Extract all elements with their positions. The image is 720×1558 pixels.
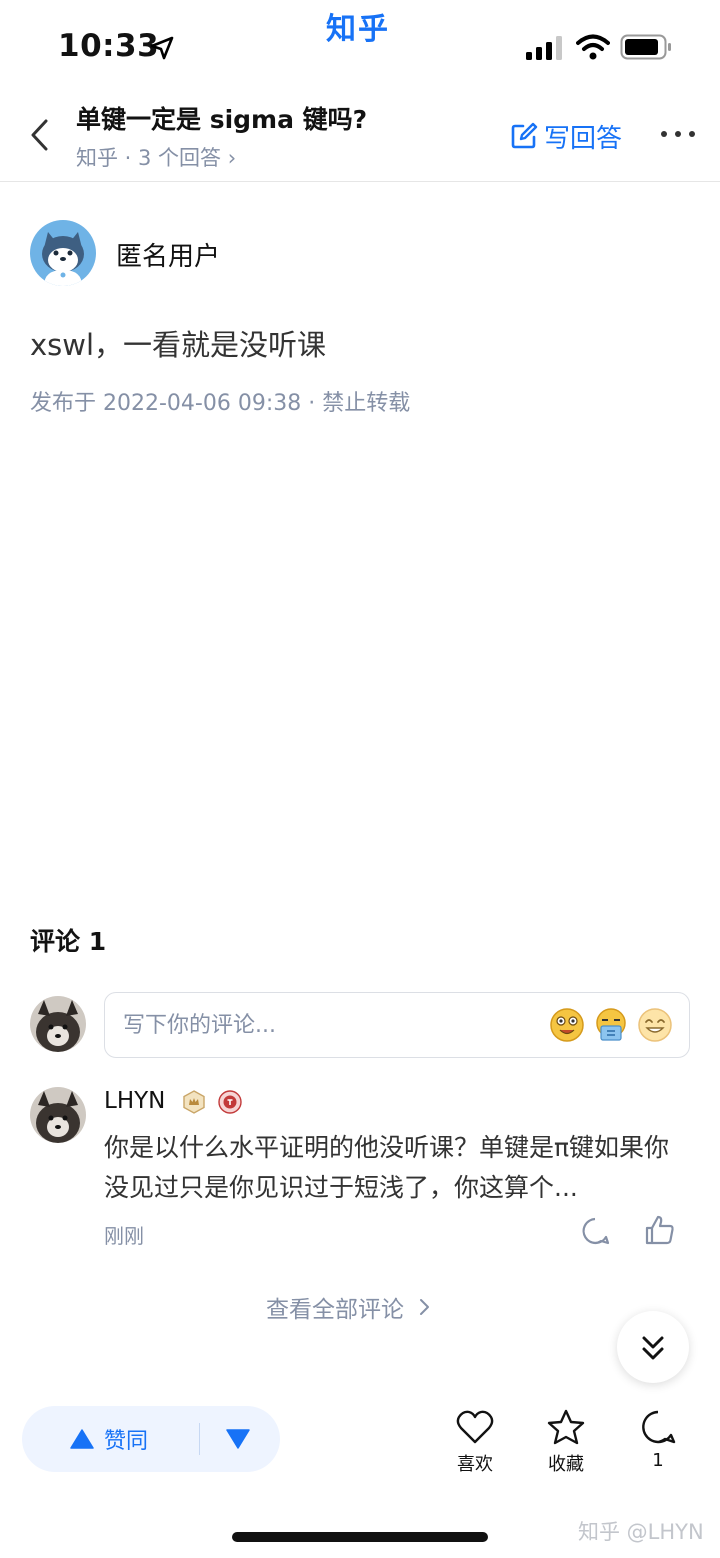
like-label: 喜欢	[457, 1454, 493, 1475]
back-arrow-icon[interactable]	[28, 118, 52, 152]
comment-input[interactable]	[123, 1005, 533, 1045]
collect-button[interactable]: 收藏	[536, 1408, 596, 1475]
dog-avatar-icon	[30, 1087, 86, 1143]
like-button[interactable]: 喜欢	[445, 1408, 505, 1475]
question-title[interactable]: 单键一定是 sigma 键吗?	[76, 100, 367, 136]
comment-button[interactable]: 1	[628, 1408, 688, 1474]
write-answer-button[interactable]: 写回答	[510, 118, 622, 154]
commenter-name[interactable]: LHYN	[104, 1088, 165, 1114]
upvote-button[interactable]: 赞同	[22, 1406, 200, 1472]
nav-bar: 单键一定是 sigma 键吗? 知乎 · 3 个回答 › 写回答	[0, 90, 720, 182]
carrier-label: 知乎	[326, 12, 390, 47]
upvote-label: 赞同	[104, 1429, 149, 1454]
thumbs-up-icon[interactable]	[644, 1214, 676, 1246]
triangle-down-icon	[226, 1429, 250, 1449]
answer-content: xswl，一看就是没听课	[30, 328, 327, 362]
more-options-icon[interactable]	[660, 128, 696, 140]
triangle-up-icon	[70, 1429, 94, 1449]
battery-icon	[620, 34, 671, 60]
wifi-icon	[576, 34, 610, 60]
comment-input-box[interactable]	[104, 992, 690, 1058]
status-bar: 10:33 知乎	[0, 0, 720, 90]
author-avatar[interactable]	[30, 220, 96, 286]
creator-badge-icon	[218, 1090, 242, 1114]
level-badge-icon	[183, 1090, 205, 1114]
question-subtitle[interactable]: 知乎 · 3 个回答 ›	[76, 142, 236, 172]
comments-heading: 评论 1	[30, 927, 107, 956]
watermark: 知乎 @LHYN	[578, 1520, 704, 1544]
my-avatar	[30, 996, 86, 1052]
vote-bar: 赞同	[22, 1406, 280, 1472]
collect-label: 收藏	[548, 1454, 584, 1475]
star-icon	[547, 1409, 585, 1445]
vote-divider	[199, 1423, 200, 1455]
comment-count: 1	[652, 1450, 664, 1471]
double-chevron-down-icon	[642, 1336, 664, 1360]
comment-text: 你是以什么水平证明的他没听课？单键是π键如果你没见过只是你见识过于短浅了，你这算…	[104, 1133, 670, 1202]
cellular-signal-icon	[526, 36, 562, 60]
answer-meta: 发布于 2022-04-06 09:38 · 禁止转载	[30, 391, 411, 416]
next-answer-button[interactable]	[617, 1311, 689, 1383]
view-all-comments-link[interactable]: 查看全部评论	[266, 1290, 432, 1324]
view-all-comments-label: 查看全部评论	[266, 1297, 404, 1323]
smile-emoji-icon[interactable]	[637, 1007, 673, 1043]
edit-icon	[511, 122, 538, 149]
sign-emoji-icon[interactable]	[593, 1007, 629, 1043]
write-answer-label: 写回答	[544, 123, 623, 154]
downvote-button[interactable]	[222, 1406, 272, 1472]
author-name[interactable]: 匿名用户	[116, 236, 220, 273]
husky-avatar-icon	[30, 220, 96, 286]
commenter-avatar[interactable]	[30, 1087, 86, 1143]
status-time: 10:33	[58, 28, 160, 64]
home-indicator[interactable]	[232, 1532, 488, 1542]
reply-icon[interactable]	[580, 1216, 610, 1246]
comment-bubble-icon	[642, 1410, 676, 1444]
dog-avatar-icon	[30, 996, 86, 1052]
heart-icon	[456, 1410, 494, 1444]
chevron-right-icon	[420, 1299, 429, 1315]
location-arrow-icon	[150, 36, 174, 60]
comment-time: 刚刚	[104, 1224, 144, 1248]
grin-emoji-icon[interactable]	[549, 1007, 585, 1043]
